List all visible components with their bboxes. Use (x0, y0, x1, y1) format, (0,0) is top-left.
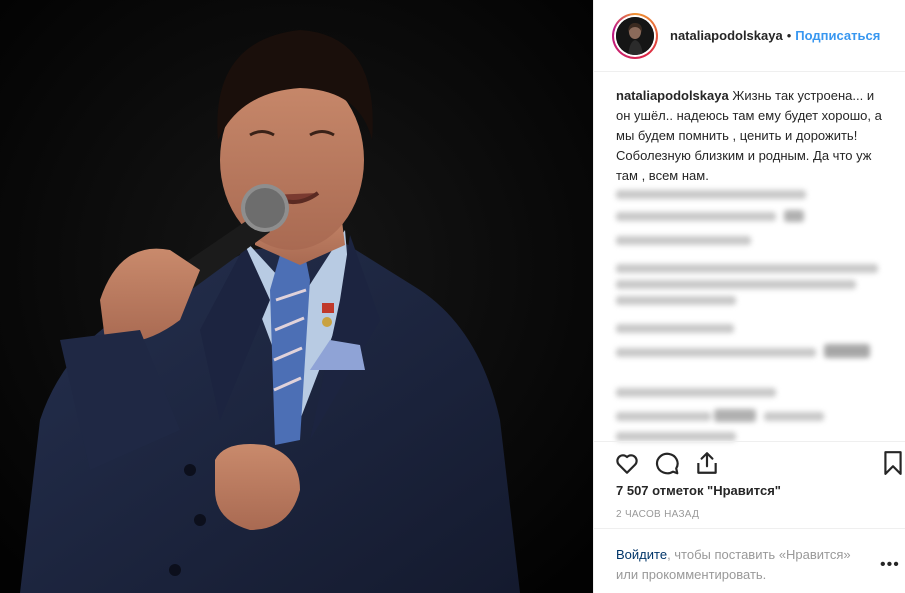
post-side-panel: nataliapodolskaya • Подписаться nataliap… (593, 0, 905, 593)
likes-count[interactable]: 7 507 отметок "Нравится" (616, 483, 781, 498)
comment-icon[interactable] (654, 450, 680, 476)
more-options-icon[interactable]: ••• (880, 557, 900, 573)
caption-username[interactable]: nataliapodolskaya (616, 88, 729, 103)
bookmark-icon[interactable] (880, 450, 905, 476)
post-header: nataliapodolskaya • Подписаться (594, 0, 905, 72)
photo-illustration (0, 0, 593, 593)
avatar-image (616, 16, 654, 55)
header-username[interactable]: nataliapodolskaya (670, 28, 783, 43)
post-photo[interactable] (0, 0, 593, 593)
share-icon[interactable] (694, 450, 720, 476)
heart-icon[interactable] (614, 450, 640, 476)
post-caption: nataliapodolskaya Жизнь так устроена... … (616, 86, 888, 186)
follow-button[interactable]: Подписаться (795, 28, 880, 43)
post-actions (594, 441, 905, 481)
post-footer: Войдите, чтобы поставить «Нравится» или … (594, 528, 905, 593)
post-timestamp[interactable]: 2 часов назад (616, 509, 699, 520)
blurred-comments (614, 184, 886, 441)
header-separator-dot: • (786, 28, 792, 43)
avatar-figure (616, 16, 654, 55)
login-link[interactable]: Войдите (616, 547, 667, 562)
avatar[interactable] (612, 12, 658, 59)
login-prompt: Войдите, чтобы поставить «Нравится» или … (616, 545, 876, 585)
